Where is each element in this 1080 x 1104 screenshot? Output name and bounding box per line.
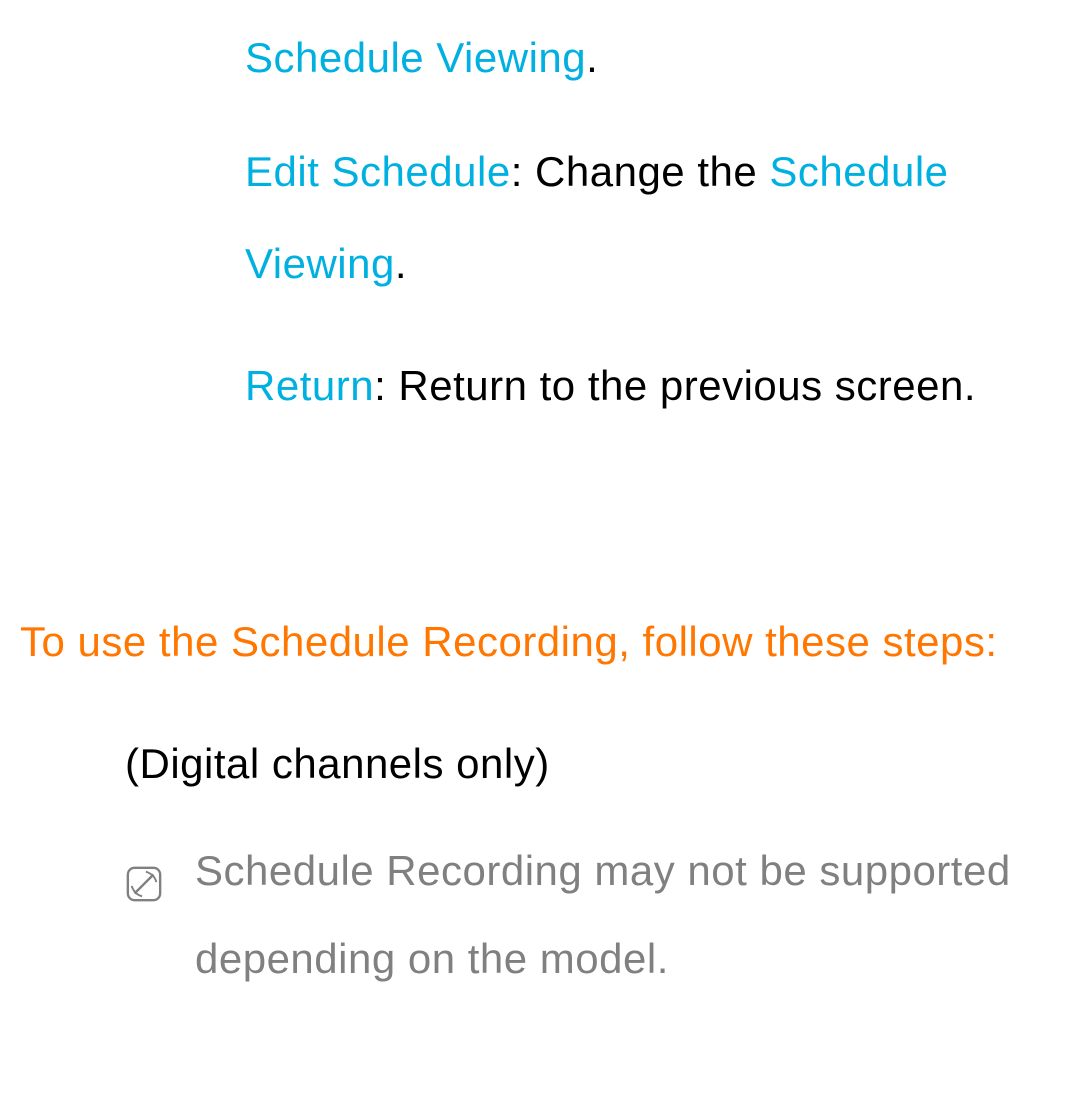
colon: : bbox=[374, 362, 398, 409]
schedule-viewing-line: Schedule Viewing. bbox=[20, 20, 1060, 96]
edit-schedule-line: Edit Schedule: Change the Schedule Viewi… bbox=[20, 126, 1060, 311]
edit-schedule-term: Edit Schedule bbox=[245, 148, 511, 195]
return-term: Return bbox=[245, 362, 374, 409]
note-icon bbox=[125, 845, 163, 933]
digital-channels-note: (Digital channels only) bbox=[20, 726, 1060, 802]
edit-schedule-desc-pre: Change the bbox=[535, 148, 769, 195]
return-line: Return: Return to the previous screen. bbox=[20, 340, 1060, 432]
schedule-viewing-term: Schedule Viewing bbox=[245, 34, 586, 81]
schedule-recording-heading: To use the Schedule Recording, follow th… bbox=[20, 598, 1060, 686]
model-support-text: Schedule Recording may not be supported … bbox=[195, 827, 1030, 1003]
model-support-note: Schedule Recording may not be supported … bbox=[20, 827, 1060, 1003]
colon: : bbox=[511, 148, 535, 195]
period: . bbox=[395, 240, 407, 287]
return-desc: Return to the previous screen. bbox=[398, 362, 976, 409]
period: . bbox=[586, 34, 598, 81]
